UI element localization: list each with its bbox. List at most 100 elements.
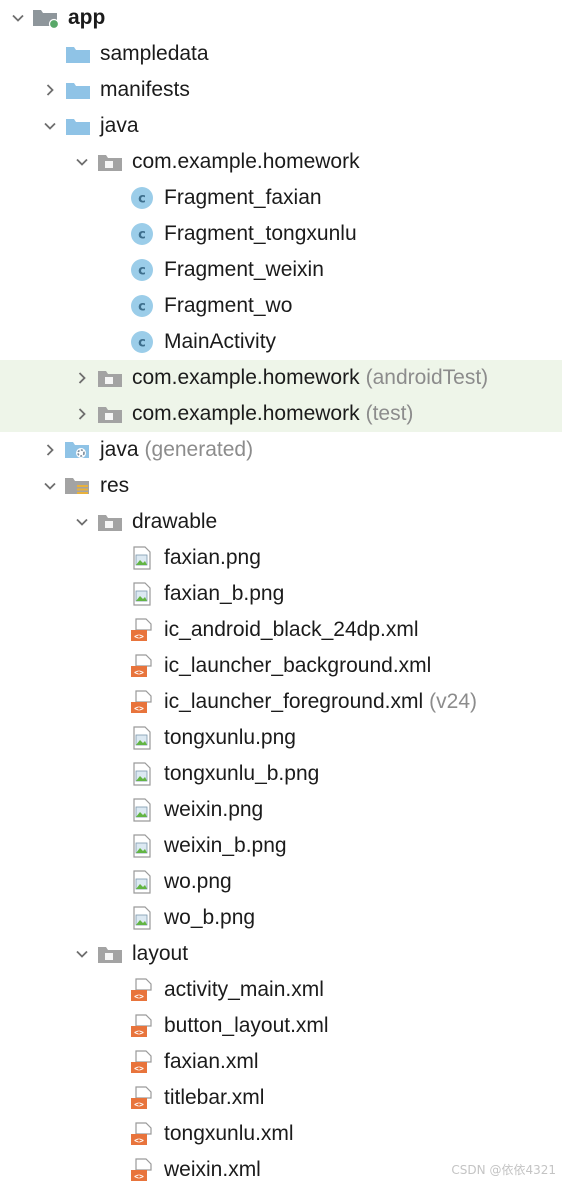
svg-text:<>: <>	[134, 1064, 144, 1073]
chevron-down-icon[interactable]	[72, 504, 92, 540]
tree-node-class[interactable]: c Fragment_faxian	[0, 180, 562, 216]
image-file-icon	[128, 864, 156, 900]
svg-text:c: c	[138, 264, 146, 279]
node-name: java	[100, 114, 139, 137]
tree-node-drawable-file[interactable]: wo_b.png	[0, 900, 562, 936]
tree-node-label: ic_launcher_background.xml	[164, 648, 431, 684]
tree-node-layout-file[interactable]: <> activity_main.xml	[0, 972, 562, 1008]
tree-node-label: Fragment_faxian	[164, 180, 322, 216]
chevron-down-icon[interactable]	[8, 0, 28, 36]
tree-node-label: wo_b.png	[164, 900, 255, 936]
tree-node-java-generated[interactable]: java (generated)	[0, 432, 562, 468]
chevron-down-icon[interactable]	[40, 468, 60, 504]
node-name: faxian_b.png	[164, 582, 285, 605]
tree-node-package-androidtest[interactable]: com.example.homework (androidTest)	[0, 360, 562, 396]
svg-text:<>: <>	[134, 1172, 144, 1181]
xml-file-icon: <>	[128, 684, 156, 720]
node-name: faxian.png	[164, 546, 261, 569]
node-name: java	[100, 438, 139, 461]
tree-node-class[interactable]: c MainActivity	[0, 324, 562, 360]
tree-node-label: tongxunlu.xml	[164, 1116, 294, 1152]
tree-node-res[interactable]: res	[0, 468, 562, 504]
project-tree: app sampledata manifests java com.example.ho…	[0, 0, 562, 1188]
tree-node-package-main[interactable]: com.example.homework	[0, 144, 562, 180]
package-icon	[96, 396, 124, 432]
tree-node-class[interactable]: c Fragment_wo	[0, 288, 562, 324]
tree-node-layout-file[interactable]: <> faxian.xml	[0, 1044, 562, 1080]
node-name: ic_launcher_foreground.xml	[164, 690, 424, 713]
node-suffix: (v24)	[429, 690, 478, 713]
package-icon	[96, 936, 124, 972]
chevron-right-icon[interactable]	[40, 72, 60, 108]
node-name: button_layout.xml	[164, 1014, 329, 1037]
tree-node-drawable-file[interactable]: weixin_b.png	[0, 828, 562, 864]
chevron-down-icon[interactable]	[72, 936, 92, 972]
tree-node-label: Fragment_tongxunlu	[164, 216, 357, 252]
tree-node-class[interactable]: c Fragment_tongxunlu	[0, 216, 562, 252]
node-name: tongxunlu_b.png	[164, 762, 320, 785]
tree-node-layout-file[interactable]: <> tongxunlu.xml	[0, 1116, 562, 1152]
tree-node-layout[interactable]: layout	[0, 936, 562, 972]
tree-node-java[interactable]: java	[0, 108, 562, 144]
tree-node-label: Fragment_wo	[164, 288, 292, 324]
image-file-icon	[128, 828, 156, 864]
tree-node-drawable-file[interactable]: <> ic_android_black_24dp.xml	[0, 612, 562, 648]
tree-node-label: Fragment_weixin	[164, 252, 324, 288]
tree-node-label: com.example.homework (androidTest)	[132, 360, 488, 396]
tree-node-sampledata[interactable]: sampledata	[0, 36, 562, 72]
chevron-down-icon[interactable]	[72, 144, 92, 180]
tree-node-manifests[interactable]: manifests	[0, 72, 562, 108]
tree-node-drawable-file[interactable]: tongxunlu_b.png	[0, 756, 562, 792]
chevron-right-icon[interactable]	[40, 432, 60, 468]
node-name: ic_android_black_24dp.xml	[164, 618, 419, 641]
chevron-right-icon[interactable]	[72, 360, 92, 396]
tree-node-label: MainActivity	[164, 324, 276, 360]
tree-node-app[interactable]: app	[0, 0, 562, 36]
watermark: CSDN @依依4321	[451, 1163, 556, 1177]
tree-node-drawable-file[interactable]: <> ic_launcher_background.xml	[0, 648, 562, 684]
image-file-icon	[128, 720, 156, 756]
node-name: layout	[132, 942, 189, 965]
java-class-icon: c	[128, 288, 156, 324]
node-name: com.example.homework	[132, 402, 360, 425]
tree-node-label: drawable	[132, 504, 217, 540]
node-name: wo.png	[164, 870, 232, 893]
tree-node-label: weixin_b.png	[164, 828, 287, 864]
tree-node-drawable-file[interactable]: tongxunlu.png	[0, 720, 562, 756]
chevron-right-icon[interactable]	[72, 396, 92, 432]
tree-node-drawable-file[interactable]: faxian_b.png	[0, 576, 562, 612]
tree-node-label: faxian.xml	[164, 1044, 259, 1080]
node-name: activity_main.xml	[164, 978, 324, 1001]
svg-text:<>: <>	[134, 992, 144, 1001]
tree-node-drawable-file[interactable]: <> ic_launcher_foreground.xml (v24)	[0, 684, 562, 720]
node-name: Fragment_weixin	[164, 258, 324, 281]
tree-node-label: faxian_b.png	[164, 576, 284, 612]
tree-node-label: ic_launcher_foreground.xml (v24)	[164, 684, 477, 720]
tree-node-label: button_layout.xml	[164, 1008, 329, 1044]
svg-text:<>: <>	[134, 1136, 144, 1145]
java-class-icon: c	[128, 180, 156, 216]
tree-node-label: sampledata	[100, 36, 209, 72]
node-name: weixin_b.png	[164, 834, 287, 857]
node-name: faxian.xml	[164, 1050, 259, 1073]
xml-file-icon: <>	[128, 1044, 156, 1080]
tree-node-package-test[interactable]: com.example.homework (test)	[0, 396, 562, 432]
tree-node-label: weixin.png	[164, 792, 263, 828]
tree-node-layout-file[interactable]: <> titlebar.xml	[0, 1080, 562, 1116]
tree-node-layout-file[interactable]: <> button_layout.xml	[0, 1008, 562, 1044]
tree-node-label: manifests	[100, 72, 190, 108]
image-file-icon	[128, 756, 156, 792]
tree-node-drawable-file[interactable]: weixin.png	[0, 792, 562, 828]
tree-node-label: layout	[132, 936, 188, 972]
xml-file-icon: <>	[128, 972, 156, 1008]
xml-file-icon: <>	[128, 612, 156, 648]
tree-node-drawable-file[interactable]: faxian.png	[0, 540, 562, 576]
svg-text:<>: <>	[134, 1028, 144, 1037]
svg-text:<>: <>	[134, 704, 144, 713]
svg-text:c: c	[138, 228, 146, 243]
chevron-down-icon[interactable]	[40, 108, 60, 144]
tree-node-drawable[interactable]: drawable	[0, 504, 562, 540]
tree-node-class[interactable]: c Fragment_weixin	[0, 252, 562, 288]
tree-node-drawable-file[interactable]: wo.png	[0, 864, 562, 900]
image-file-icon	[128, 792, 156, 828]
